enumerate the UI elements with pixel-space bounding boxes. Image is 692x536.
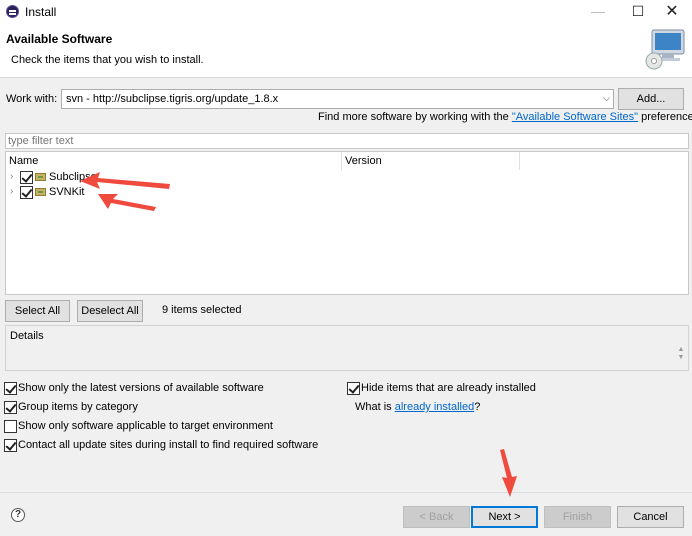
column-header-version[interactable]: Version — [342, 152, 520, 170]
chevron-right-icon[interactable]: › — [10, 171, 13, 182]
what-is-suffix: ? — [474, 401, 481, 413]
footer-divider — [0, 492, 692, 493]
chevron-down-icon[interactable]: ⌵ — [603, 93, 610, 104]
find-more-suffix: preferences. — [641, 111, 692, 123]
category-icon — [35, 173, 46, 181]
svnkit-checkbox[interactable] — [20, 186, 33, 199]
next-button[interactable]: Next > — [471, 506, 538, 528]
close-button[interactable]: ✕ — [652, 0, 692, 24]
eclipse-icon — [6, 5, 19, 18]
work-with-combo[interactable]: svn - http://subclipse.tigris.org/update… — [61, 89, 614, 109]
tree-item-label: SVNKit — [49, 186, 85, 198]
option-label: Show only software applicable to target … — [18, 420, 273, 432]
finish-button[interactable]: Finish — [544, 506, 611, 528]
tree-item-subclipse[interactable]: › Subclipse — [6, 170, 306, 185]
option-label: Group items by category — [18, 401, 138, 413]
find-more-prefix: Find more software by working with the — [318, 111, 512, 123]
tree-item-label: Subclipse — [49, 171, 97, 183]
wizard-header: Available Software Check the items that … — [0, 24, 692, 78]
scroll-arrows-icon[interactable]: ▲ ▼ — [676, 346, 686, 368]
option-label: Hide items that are already installed — [361, 382, 536, 394]
page-title: Available Software — [6, 32, 113, 46]
select-all-button[interactable]: Select All — [5, 300, 70, 322]
cancel-button[interactable]: Cancel — [617, 506, 684, 528]
help-icon[interactable]: ? — [11, 508, 25, 522]
latest-versions-checkbox[interactable] — [4, 382, 17, 395]
back-button[interactable]: < Back — [403, 506, 470, 528]
window-title: Install — [25, 5, 57, 19]
hide-installed-checkbox[interactable] — [347, 382, 360, 395]
option-label: Show only the latest versions of availab… — [18, 382, 264, 394]
contact-sites-checkbox[interactable] — [4, 439, 17, 452]
what-is-prefix: What is — [355, 401, 395, 413]
category-icon — [35, 188, 46, 196]
find-more-text: Find more software by working with the "… — [318, 111, 692, 123]
title-bar: Install — ☐ ✕ — [0, 0, 692, 24]
filter-input[interactable] — [6, 134, 688, 148]
available-software-sites-link[interactable]: "Available Software Sites" — [512, 111, 638, 123]
what-is-installed-text: What is already installed? — [355, 401, 480, 413]
arrow-to-next — [500, 449, 517, 497]
page-subtitle: Check the items that you wish to install… — [11, 54, 204, 66]
already-installed-link[interactable]: already installed — [395, 401, 475, 413]
selection-status: 9 items selected — [162, 304, 242, 316]
install-computer-icon — [645, 29, 685, 70]
work-with-value: svn - http://subclipse.tigris.org/update… — [66, 93, 279, 105]
subclipse-checkbox[interactable] — [20, 171, 33, 184]
tree-item-svnkit[interactable]: › SVNKit — [6, 185, 306, 200]
work-with-label: Work with: — [6, 93, 58, 105]
option-label: Contact all update sites during install … — [18, 439, 319, 451]
filter-field[interactable] — [5, 133, 689, 149]
software-tree[interactable]: Name Version › Subclipse › SVNKit — [5, 151, 689, 295]
column-header-name[interactable]: Name — [6, 152, 342, 170]
details-label: Details — [10, 330, 44, 342]
group-by-category-checkbox[interactable] — [4, 401, 17, 414]
details-pane: Details ▲ ▼ — [5, 325, 689, 371]
chevron-right-icon[interactable]: › — [10, 186, 13, 197]
add-site-button[interactable]: Add... — [618, 88, 684, 110]
minimize-button[interactable]: — — [578, 0, 618, 24]
deselect-all-button[interactable]: Deselect All — [77, 300, 143, 322]
applicable-only-checkbox[interactable] — [4, 420, 17, 433]
